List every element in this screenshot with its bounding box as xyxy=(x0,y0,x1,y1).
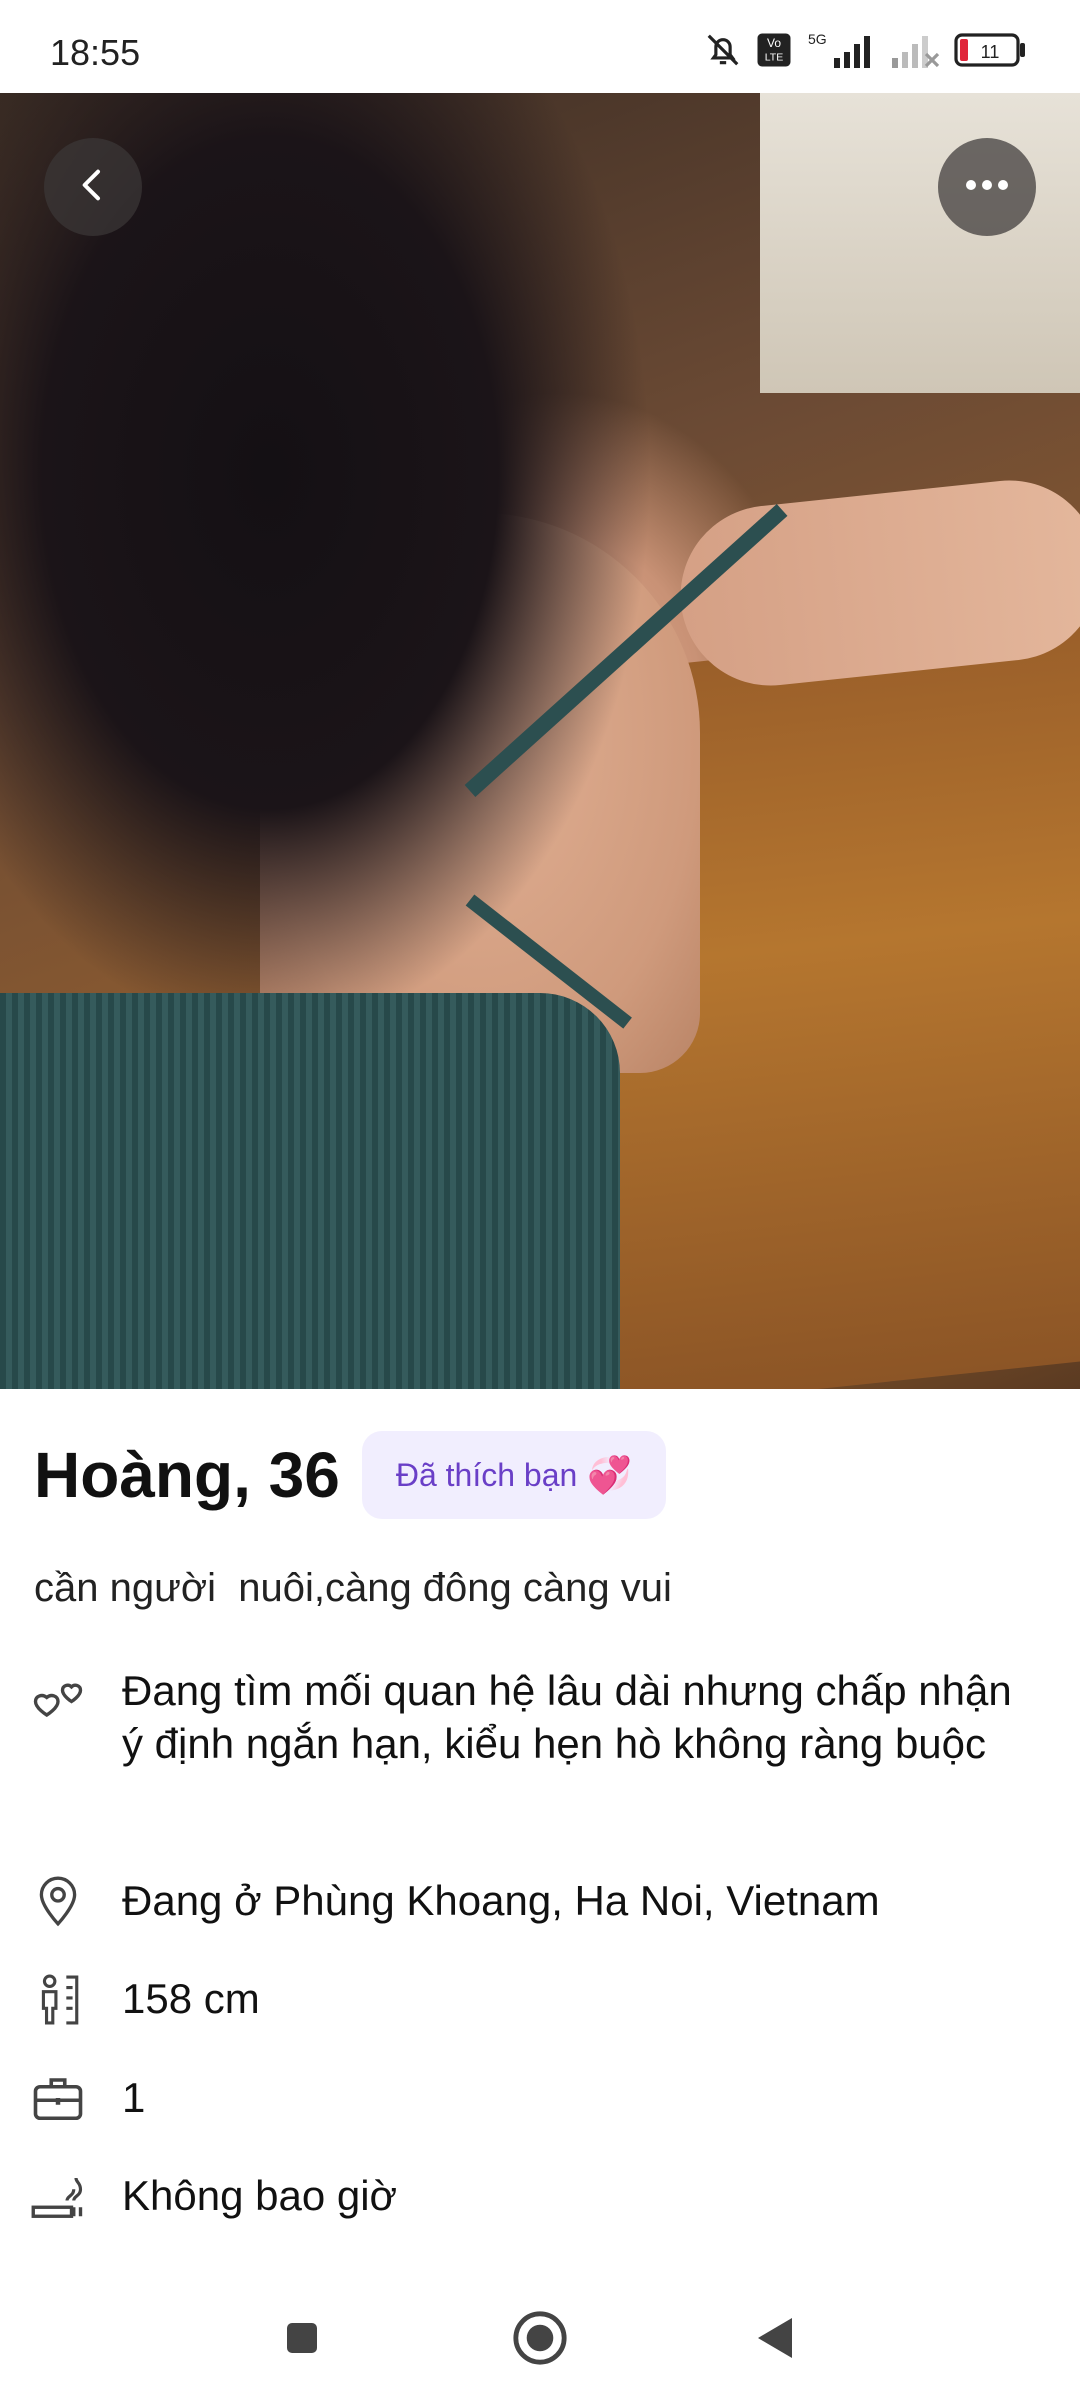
name-row: Hoàng, 36 Đã thích bạn 💞 xyxy=(34,1431,667,1519)
battery-level: 11 xyxy=(981,42,1000,62)
height-icon xyxy=(30,1972,86,2028)
signal-5g-icon: 5G xyxy=(806,30,874,70)
liked-badge-label: Đã thích bạn xyxy=(395,1456,578,1493)
back-button[interactable] xyxy=(44,138,142,236)
hearts-icon xyxy=(30,1670,86,1726)
more-horizontal-icon xyxy=(963,177,1011,198)
volte-icon: Vo LTE xyxy=(756,32,792,68)
home-button[interactable] xyxy=(500,2300,580,2380)
status-icons: Vo LTE 5G 11 xyxy=(704,30,1026,70)
back-icon xyxy=(752,2314,796,2367)
two-hearts-icon: 💞 xyxy=(587,1454,633,1495)
height-text: 158 cm xyxy=(122,1975,260,2022)
recent-apps-button[interactable] xyxy=(262,2300,342,2380)
battery-icon: 11 xyxy=(954,33,1026,67)
back-nav-button[interactable] xyxy=(734,2300,814,2380)
location-pin-icon xyxy=(30,1874,86,1930)
profile-photo[interactable] xyxy=(0,93,1080,1389)
svg-text:Vo: Vo xyxy=(767,36,781,50)
smoking-text: Không bao giờ xyxy=(122,2172,398,2219)
svg-text:LTE: LTE xyxy=(765,52,783,64)
work-text: 1 xyxy=(122,2074,146,2121)
recent-apps-icon xyxy=(282,2318,322,2363)
status-time: 18:55 xyxy=(50,32,141,73)
system-nav-bar xyxy=(0,2260,1080,2400)
chevron-left-icon xyxy=(73,165,113,210)
status-bar: 18:55 Vo LTE 5G 11 xyxy=(0,0,1080,93)
relationship-text: Đang tìm mối quan hệ lâu dài nhưng chấp … xyxy=(122,1667,1012,1767)
location-text: Đang ở Phùng Khoang, Ha Noi, Vietnam xyxy=(122,1877,880,1924)
liked-you-badge: Đã thích bạn 💞 xyxy=(361,1431,667,1519)
more-options-button[interactable] xyxy=(938,138,1036,236)
signal-weak-icon xyxy=(888,30,940,70)
smoking-icon xyxy=(30,2169,86,2225)
svg-text:5G: 5G xyxy=(808,31,827,47)
home-icon xyxy=(511,2309,569,2372)
profile-bio: cần người nuôi,càng đông càng vui xyxy=(34,1566,672,1610)
briefcase-icon xyxy=(30,2071,86,2127)
bell-muted-icon xyxy=(704,31,742,69)
profile-name-age: Hoàng, 36 xyxy=(34,1439,340,1511)
